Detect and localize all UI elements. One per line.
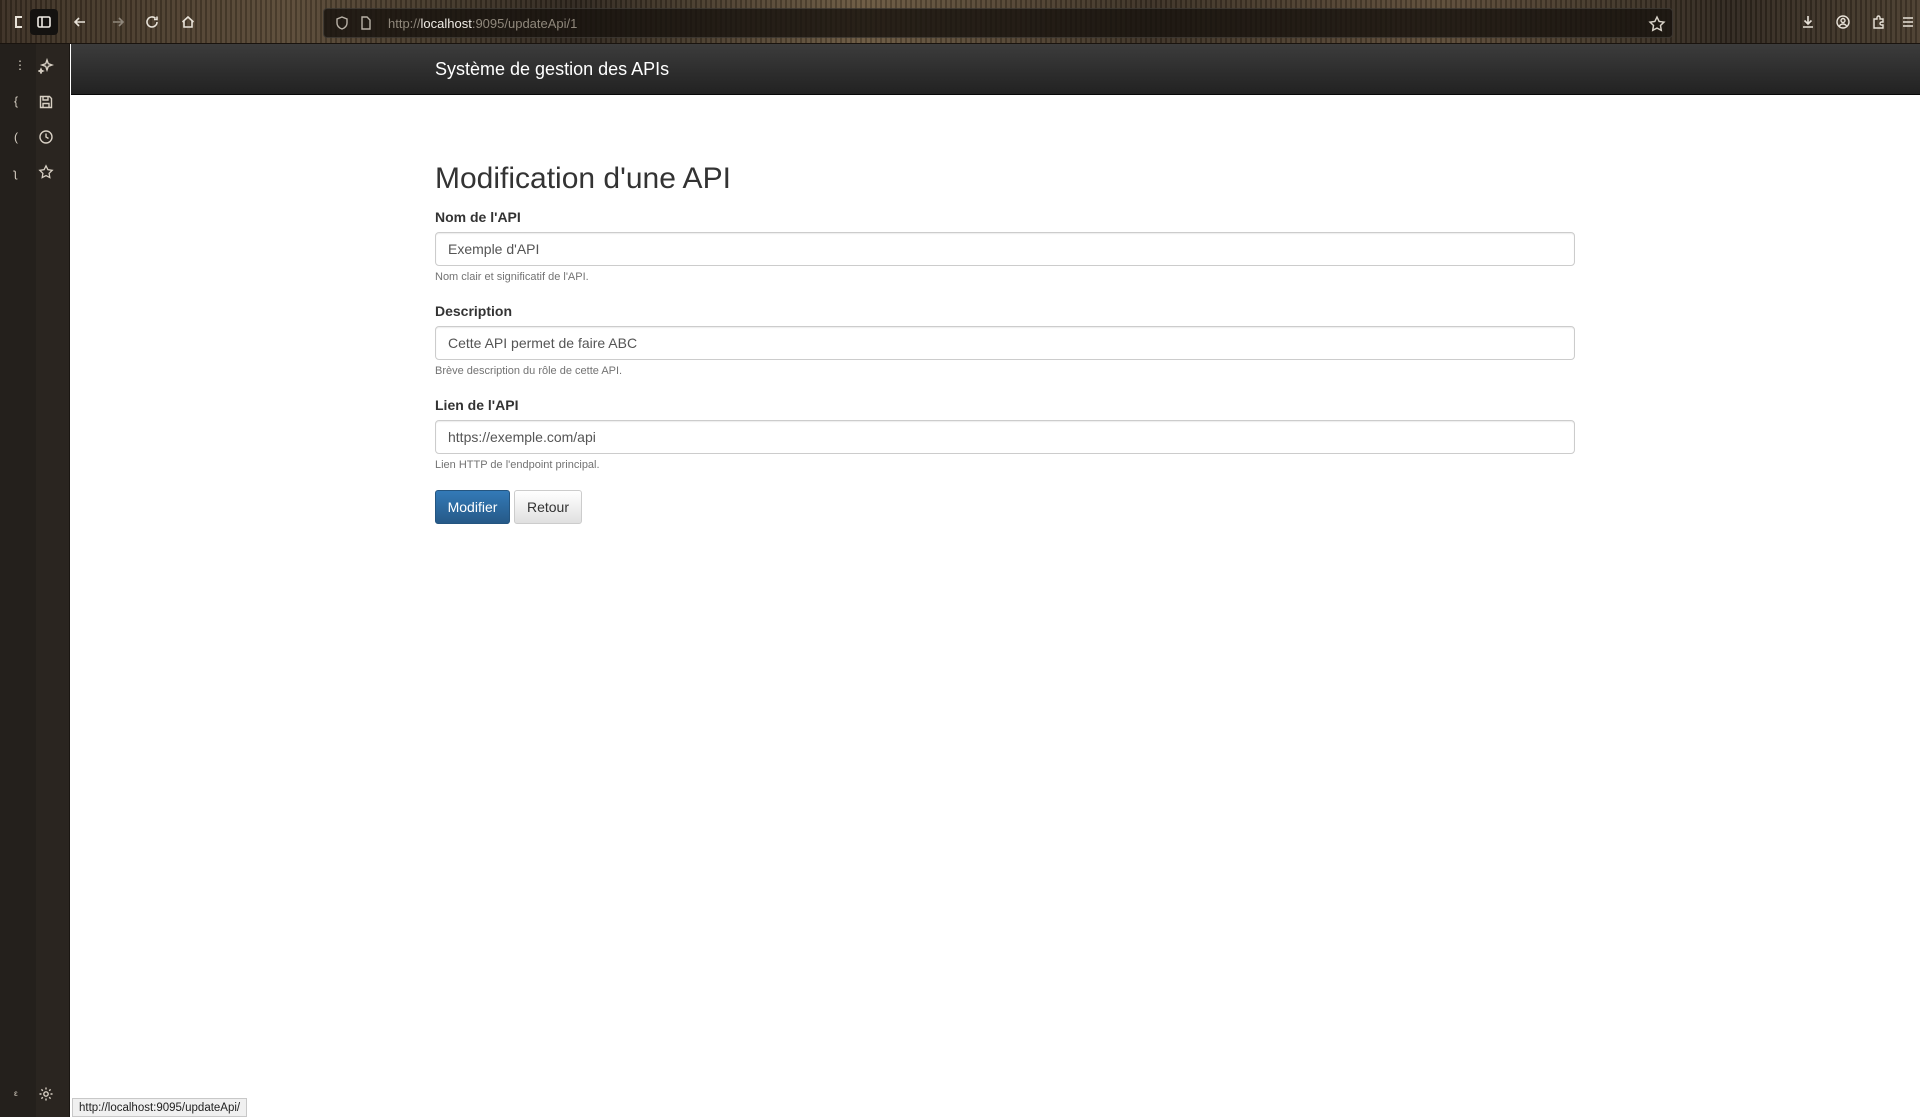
home-icon[interactable] [176,10,200,34]
url-prefix: http:// [388,15,421,31]
api-description-label: Description [435,303,513,319]
sidebar-edge-mark: ( [14,130,18,144]
sidebar-edge-mark: ʅ [14,166,17,180]
back-button[interactable]: Retour [514,490,582,524]
api-link-help: Lien HTTP de l'endpoint principal. [435,459,600,471]
api-description-help: Brève description du rôle de cette API. [435,365,623,377]
sidebar-edge-mark: ᵋ [14,1088,18,1102]
settings-icon[interactable] [36,1084,56,1104]
api-name-label: Nom de l'API [435,209,521,225]
history-icon[interactable] [36,127,56,147]
sparkle-icon[interactable] [36,56,56,76]
api-description-input[interactable] [435,326,1575,360]
api-name-help: Nom clair et significatif de l'API. [435,271,589,283]
web-page: Système de gestion des APIs Modification… [71,44,1920,1117]
account-icon[interactable] [1831,10,1855,34]
page-title: Modification d'une API [435,162,731,195]
url-host: localhost [420,15,472,31]
api-description-group: Description Brève description du rôle de… [435,303,1575,377]
star-icon[interactable] [36,162,56,182]
api-link-group: Lien de l'API Lien HTTP de l'endpoint pr… [435,397,1575,471]
bookmark-star-icon[interactable] [1648,15,1666,33]
modify-button[interactable]: Modifier [435,490,510,524]
forward-icon[interactable] [106,10,130,34]
api-link-input[interactable] [435,420,1575,454]
api-link-label: Lien de l'API [435,397,519,413]
sidebar-edge-mark: ⋮ [14,58,26,72]
link-status-bar: http://localhost:9095/updateApi/ [72,1098,248,1117]
sidebar-collapsed-edge [0,44,36,1117]
url-text[interactable]: http://localhost:9095/updateApi/1 [388,16,577,31]
extensions-icon[interactable] [1867,10,1891,34]
url-bar[interactable]: http://localhost:9095/updateApi/1 [323,8,1673,38]
back-icon[interactable] [68,10,92,34]
app-navbar: Système de gestion des APIs [71,44,1920,95]
api-name-group: Nom de l'API Nom clair et significatif d… [435,209,1575,283]
shield-icon[interactable] [334,15,350,31]
browser-sidebar: ⋮ { ( ʅ ᵋ [0,44,70,1117]
reload-icon[interactable] [140,10,164,34]
api-name-input[interactable] [435,232,1575,266]
navbar-brand[interactable]: Système de gestion des APIs [435,59,669,80]
save-icon[interactable] [36,92,56,112]
sidebar-edge-mark: { [14,94,19,108]
sidebar-toggle-button[interactable] [30,9,58,35]
download-icon[interactable] [1796,10,1820,34]
browser-toolbar: http://localhost:9095/updateApi/1 [0,0,1920,44]
page-icon[interactable] [358,15,374,31]
tab-strip-edge-icon [8,10,32,34]
url-rest: :9095/updateApi/1 [471,15,578,31]
menu-icon[interactable] [1896,10,1920,34]
